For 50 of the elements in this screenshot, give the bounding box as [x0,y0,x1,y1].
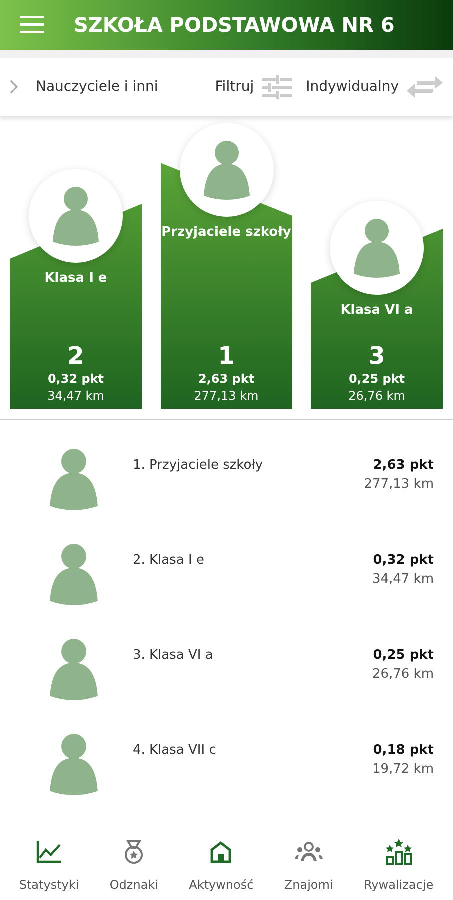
podium-icon [384,839,413,865]
mode-toggle[interactable]: Indywidualny [306,74,443,100]
podium-points: 0,25 pkt [348,372,406,386]
podium-name: Klasa VI a [340,303,414,318]
podium-rank: 2 [68,342,84,370]
ranking-name: 3. Klasa VI a [133,648,214,663]
podium-distance: 26,76 km [348,389,406,403]
ranking-distance: 34,47 km [372,572,434,587]
page-title: SZKOŁA PODSTAWOWA NR 6 [74,13,395,37]
person-icon [352,218,402,278]
person-icon [48,638,100,701]
menu-button[interactable] [20,16,44,34]
people-icon [294,841,324,863]
chart-icon [36,840,62,864]
ranking-points: 0,32 pkt [373,553,434,568]
podium-distance: 34,47 km [48,389,104,403]
podium-distance: 277,13 km [194,389,259,403]
nav-item[interactable]: Rywalizacje [364,828,434,900]
ranking-distance: 26,76 km [372,667,434,682]
ranking-distance: 277,13 km [364,477,434,492]
ranking-name: 1. Przyjaciele szkoły [133,458,264,473]
podium-name: Przyjaciele szkoły [162,225,292,240]
chevron-icon [10,80,18,94]
home-icon [209,840,234,864]
filter-button[interactable]: Filtruj [215,75,292,99]
swap-icon [407,74,443,100]
group-selector[interactable]: Nauczyciele i inni [10,79,158,95]
person-icon [51,186,101,246]
podium-name: Klasa I e [44,271,108,286]
person-icon [48,543,100,606]
sliders-icon [262,75,292,99]
podium-points: 2,63 pkt [198,372,255,386]
ranking-points: 0,18 pkt [373,743,434,758]
ranking-name: 2. Klasa I e [133,553,204,568]
nav-item[interactable]: Znajomi [284,828,334,900]
menu-icon [20,16,44,34]
nav-item[interactable]: Aktywność [189,828,254,900]
person-icon [202,140,252,200]
medal-icon [123,839,146,865]
nav-item[interactable]: Statystyki [19,828,80,900]
ranking-distance: 19,72 km [372,762,434,777]
podium-rank: 1 [218,342,235,370]
ranking-points: 0,25 pkt [373,648,434,663]
person-icon [48,448,100,511]
podium-rank: 3 [368,342,386,370]
ranking-points: 2,63 pkt [373,458,434,473]
person-icon [48,733,100,796]
ranking-name: 4. Klasa VII c [133,743,216,758]
podium-points: 0,32 pkt [48,372,104,386]
nav-item[interactable]: Odznaki [110,828,158,900]
